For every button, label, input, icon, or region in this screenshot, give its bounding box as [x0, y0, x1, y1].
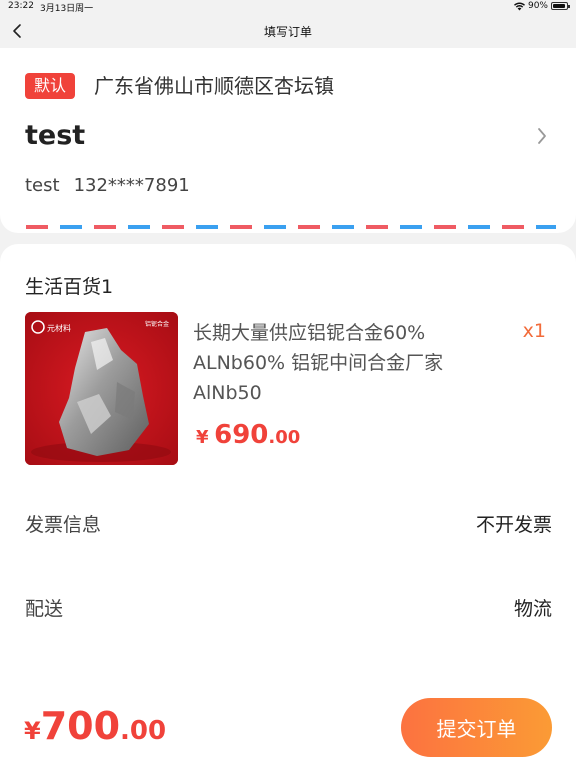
product-quantity: x1 [522, 320, 546, 342]
status-time: 23:22 [8, 1, 34, 11]
price-integer: 690 [214, 420, 269, 450]
address-region: 广东省佛山市顺德区杏坛镇 [94, 74, 334, 98]
total-decimal: .00 [120, 716, 167, 746]
delivery-label: 配送 [25, 598, 64, 620]
total-symbol: ¥ [24, 717, 41, 745]
contact-name: test [25, 175, 60, 196]
invoice-value[interactable]: 不开发票 [476, 510, 552, 537]
total-integer: 700 [40, 704, 121, 748]
default-badge: 默认 [25, 73, 76, 99]
status-right: 90% [513, 1, 570, 11]
product-photo: 元材料 铝铌合金 [25, 312, 178, 465]
contact-phone: 132****7891 [73, 175, 190, 196]
nav-bar: 填写订单 [0, 14, 576, 48]
invoice-label: 发票信息 [25, 514, 102, 536]
chevron-right-icon[interactable] [536, 126, 548, 146]
status-date: 3月13日周一 [40, 4, 94, 14]
store-name: 生活百货1 [25, 276, 114, 298]
battery-fill [553, 4, 565, 8]
wifi-icon [513, 2, 525, 10]
product-price: ¥ 690.00 [196, 420, 300, 450]
product-image[interactable]: 元材料 铝铌合金 [25, 312, 178, 465]
page-title: 填写订单 [263, 24, 312, 39]
delivery-value[interactable]: 物流 [514, 594, 552, 621]
price-decimal: .00 [268, 427, 301, 448]
product-title: 长期大量供应铝铌合金60% ALNb60% 铝铌中间合金厂家AlNb50 [193, 322, 444, 404]
chevron-left-icon[interactable] [10, 22, 26, 40]
address-detail: test [25, 120, 86, 151]
status-bar: 23:22 3月13日周一 90% [0, 0, 576, 14]
submit-order-button[interactable]: 提交订单 [401, 698, 552, 757]
order-total: ¥700.00 [24, 704, 166, 748]
battery-icon [551, 2, 570, 10]
battery-percent: 90% [527, 1, 548, 11]
product-image-label: 铝铌合金 [145, 320, 169, 328]
contact-info: test 132****7891 [25, 175, 190, 196]
airmail-divider [26, 225, 556, 229]
product-image-brand: 元材料 [47, 323, 71, 333]
price-symbol: ¥ [196, 427, 209, 448]
